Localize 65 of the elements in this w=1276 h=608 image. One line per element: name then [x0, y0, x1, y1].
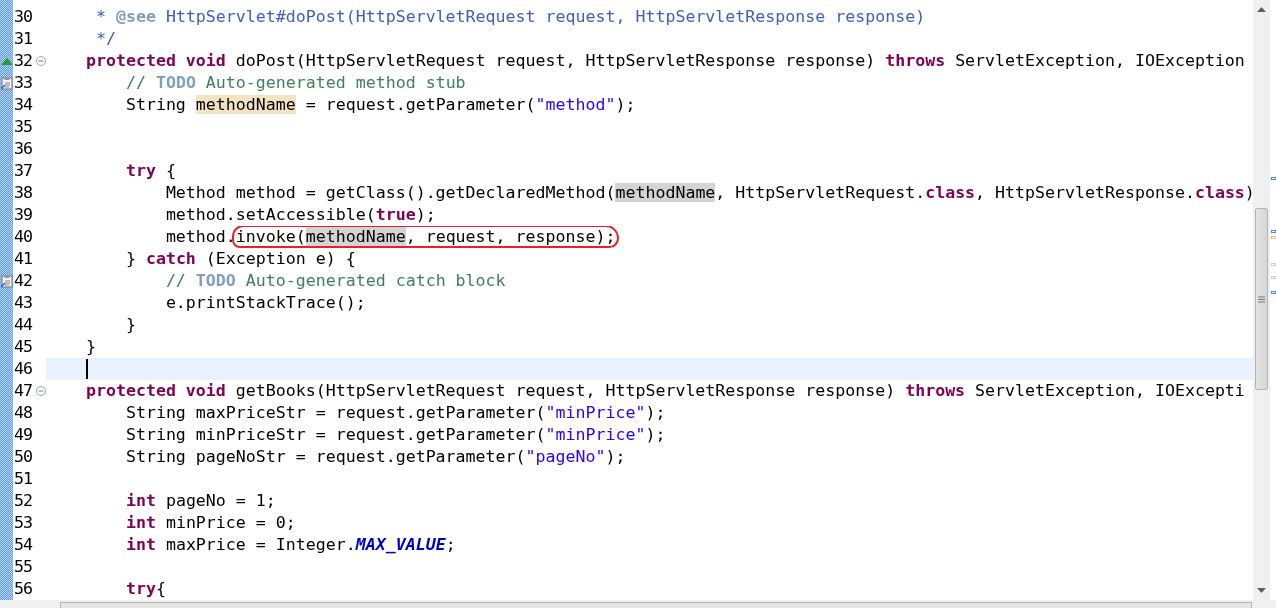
task-clipboard-icon	[1, 274, 13, 288]
ruler-mark[interactable]	[1271, 276, 1276, 279]
line-number: 38	[14, 182, 33, 204]
override-triangle-icon	[1, 57, 13, 65]
code-line: Method method = getClass().getDeclaredMethod(methodName, HttpServletRequest.class, HttpServletResponse.class)	[164, 182, 1253, 204]
code-line: protected void doPost(HttpServletRequest request, HttpServletResponse response) throws ServletException, IOException	[84, 50, 1245, 72]
line-number: 52	[14, 490, 33, 512]
line-number: 48	[14, 402, 33, 424]
line-number: 44	[14, 314, 34, 336]
line-number: 36	[14, 138, 33, 160]
line-number: 51	[14, 468, 33, 490]
line-number: 34	[14, 94, 34, 116]
code-line: String pageNoStr = request.getParameter("pageNo");	[124, 446, 626, 468]
code-line: int maxPrice = Integer.MAX_VALUE;	[124, 534, 456, 556]
task-clipboard-icon	[1, 76, 13, 90]
code-line: */	[94, 28, 116, 50]
ruler-mark[interactable]	[1271, 263, 1276, 266]
grip-icon	[1258, 295, 1265, 303]
scrollbar-thumb[interactable]	[1255, 208, 1268, 390]
code-line: // TODO Auto-generated catch block	[164, 270, 506, 292]
code-line: // TODO Auto-generated method stub	[124, 72, 466, 94]
line-number: 54	[14, 534, 34, 556]
line-number: 53	[14, 512, 33, 534]
line-number: 50	[14, 446, 33, 468]
ruler-mark[interactable]	[1271, 291, 1276, 294]
code-line: e.printStackTrace();	[164, 292, 366, 314]
line-number: 46	[14, 358, 33, 380]
code-line: int minPrice = 0;	[124, 512, 296, 534]
line-number: 33	[14, 72, 33, 94]
line-number: 35	[14, 116, 33, 138]
code-line: }	[84, 336, 96, 358]
line-number: 39	[14, 204, 33, 226]
line-number: 56	[14, 578, 33, 600]
code-line: }	[124, 314, 136, 336]
line-number: 31	[14, 28, 33, 50]
code-line: String minPriceStr = request.getParameter("minPrice");	[124, 424, 666, 446]
horizontal-scrollbar[interactable]	[0, 600, 1276, 608]
line-number: 40	[14, 226, 33, 248]
line-number: 43	[14, 292, 33, 314]
line-number: 37	[14, 160, 33, 182]
line-number: 49	[14, 424, 33, 446]
line-number: 47	[14, 380, 33, 402]
code-line: try {	[124, 160, 176, 182]
code-line: } catch (Exception e) {	[124, 248, 356, 270]
code-line: method.setAccessible(true);	[164, 204, 436, 226]
vertical-scrollbar[interactable]	[1253, 0, 1270, 600]
collapse-icon[interactable]	[36, 386, 46, 396]
scroll-down-icon[interactable]	[1257, 588, 1266, 594]
line-number: 30	[14, 6, 33, 28]
code-line: protected void getBooks(HttpServletRequest request, HttpServletResponse response) throws ServletException, IOExcepti	[84, 380, 1245, 402]
line-number: 45	[14, 336, 33, 358]
code-line: try{	[124, 578, 166, 600]
code-line: int pageNo = 1;	[124, 490, 276, 512]
scroll-up-icon[interactable]	[1257, 6, 1266, 12]
line-number: 41	[14, 248, 33, 270]
horizontal-scrollbar-thumb[interactable]	[60, 602, 1252, 608]
collapse-icon[interactable]	[36, 56, 46, 66]
line-number: 42	[14, 270, 33, 292]
line-number: 32	[14, 50, 33, 72]
ruler-mark[interactable]	[1271, 177, 1276, 180]
code-line: String maxPriceStr = request.getParameter("minPrice");	[124, 402, 666, 424]
code-line: String methodName = request.getParameter("method");	[124, 94, 636, 116]
text-cursor	[86, 359, 88, 379]
code-line: * @see HttpServlet#doPost(HttpServletRequest request, HttpServletResponse response)	[94, 6, 926, 28]
line-number: 55	[14, 556, 33, 578]
